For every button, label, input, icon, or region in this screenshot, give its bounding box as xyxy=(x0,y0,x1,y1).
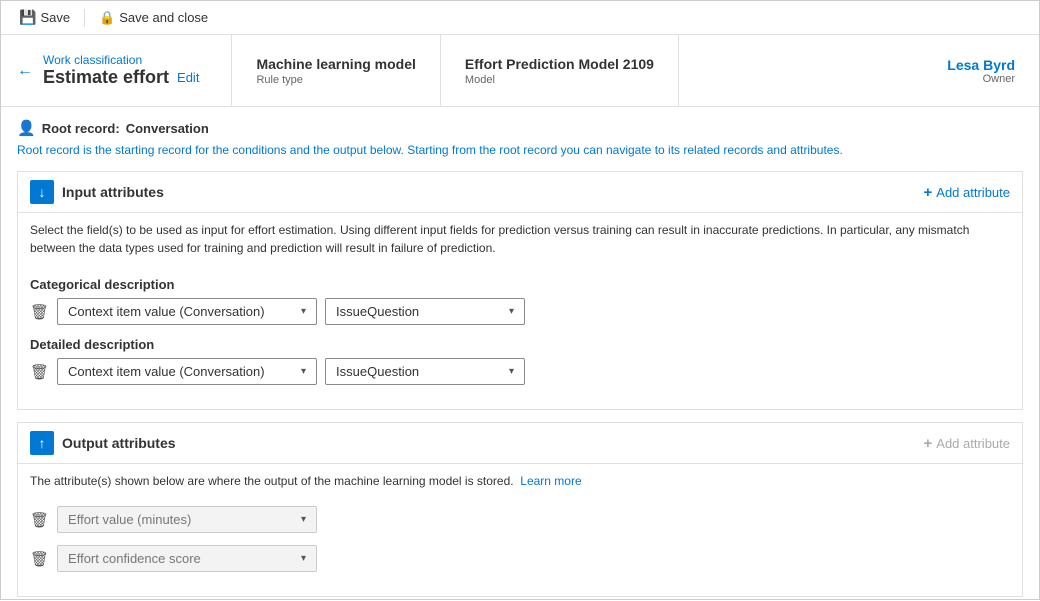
categorical-field1-value: Context item value (Conversation) xyxy=(68,304,265,319)
root-record-header: Root record: Conversation xyxy=(17,119,1023,137)
input-title-block: Input attributes xyxy=(30,180,164,204)
output-field-2: Effort confidence score xyxy=(57,545,317,572)
input-section-icon xyxy=(30,180,54,204)
output-field-1: Effort value (minutes) xyxy=(57,506,317,533)
owner-label: Owner xyxy=(947,73,1015,85)
root-record-value: Conversation xyxy=(126,121,209,136)
detailed-field1-chevron xyxy=(301,366,306,377)
page-title-container: Estimate effort Edit xyxy=(43,67,199,88)
output-title-block: Output attributes xyxy=(30,431,176,455)
input-add-label: Add attribute xyxy=(936,185,1010,200)
input-attributes-section: Input attributes Add attribute Select th… xyxy=(17,171,1023,410)
categorical-row: Context item value (Conversation) IssueQ… xyxy=(30,298,1010,325)
owner-name: Lesa Byrd xyxy=(947,57,1015,73)
model-label: Model xyxy=(465,74,654,86)
output-add-icon xyxy=(924,435,933,452)
toolbar-divider xyxy=(84,9,85,27)
input-add-attribute-button[interactable]: Add attribute xyxy=(924,184,1010,201)
detailed-field2[interactable]: IssueQuestion xyxy=(325,358,525,385)
edit-link[interactable]: Edit xyxy=(177,70,199,85)
save-close-icon xyxy=(99,10,115,26)
categorical-label: Categorical description xyxy=(30,277,1010,292)
categorical-field2-chevron xyxy=(509,306,514,317)
save-close-label: Save and close xyxy=(119,10,208,25)
input-section-title: Input attributes xyxy=(62,184,164,200)
detailed-field1[interactable]: Context item value (Conversation) xyxy=(57,358,317,385)
categorical-field2[interactable]: IssueQuestion xyxy=(325,298,525,325)
back-button[interactable] xyxy=(17,62,33,80)
toolbar: Save Save and close xyxy=(1,1,1039,35)
detailed-field1-value: Context item value (Conversation) xyxy=(68,364,265,379)
detailed-delete-icon[interactable] xyxy=(30,363,49,381)
page-title: Estimate effort xyxy=(43,67,169,88)
categorical-delete-icon[interactable] xyxy=(30,303,49,321)
output-section-description: The attribute(s) shown below are where t… xyxy=(18,464,1022,498)
detailed-field2-chevron xyxy=(509,366,514,377)
output-row-1: Effort value (minutes) xyxy=(30,506,1010,533)
input-section-header: Input attributes Add attribute xyxy=(18,172,1022,213)
output-add-attribute-button: Add attribute xyxy=(924,435,1010,452)
detailed-label: Detailed description xyxy=(30,337,1010,352)
rule-type-item: Machine learning model Rule type xyxy=(232,35,440,106)
save-close-button[interactable]: Save and close xyxy=(93,8,214,28)
output-icon-arrow xyxy=(39,435,46,451)
categorical-field2-value: IssueQuestion xyxy=(336,304,419,319)
owner-block: Lesa Byrd Owner xyxy=(923,35,1039,106)
output-field-1-value: Effort value (minutes) xyxy=(68,512,191,527)
save-button[interactable]: Save xyxy=(13,7,76,28)
categorical-field1[interactable]: Context item value (Conversation) xyxy=(57,298,317,325)
input-section-body: Categorical description Context item val… xyxy=(18,265,1022,409)
title-block: Work classification Estimate effort Edit xyxy=(43,53,199,88)
root-record-description: Root record is the starting record for t… xyxy=(17,141,1023,159)
output-attributes-section: Output attributes Add attribute The attr… xyxy=(17,422,1023,597)
page-header: Work classification Estimate effort Edit… xyxy=(1,35,1039,107)
detailed-row: Context item value (Conversation) IssueQ… xyxy=(30,358,1010,385)
output-field-2-value: Effort confidence score xyxy=(68,551,201,566)
header-meta: Machine learning model Rule type Effort … xyxy=(231,35,679,106)
output-section-icon xyxy=(30,431,54,455)
header-left: Work classification Estimate effort Edit xyxy=(1,35,215,106)
root-record-label: Root record: xyxy=(42,121,120,136)
categorical-field1-chevron xyxy=(301,306,306,317)
input-add-icon xyxy=(924,184,933,201)
save-icon xyxy=(19,9,36,26)
output-row-2: Effort confidence score xyxy=(30,545,1010,572)
output-learn-more-link[interactable]: Learn more xyxy=(520,474,581,488)
output-add-label: Add attribute xyxy=(936,436,1010,451)
breadcrumb[interactable]: Work classification xyxy=(43,53,199,67)
content-area: Root record: Conversation Root record is… xyxy=(1,107,1039,601)
root-record-icon xyxy=(17,119,36,137)
model-item: Effort Prediction Model 2109 Model xyxy=(441,35,679,106)
output-section-header: Output attributes Add attribute xyxy=(18,423,1022,464)
output-2-delete-icon[interactable] xyxy=(30,550,49,568)
input-section-description: Select the field(s) to be used as input … xyxy=(18,213,1022,265)
output-desc-text: The attribute(s) shown below are where t… xyxy=(30,474,514,488)
input-icon-arrow xyxy=(39,184,46,200)
output-section-title: Output attributes xyxy=(62,435,176,451)
output-field-1-chevron xyxy=(301,514,306,525)
rule-type-value: Machine learning model xyxy=(256,56,415,72)
detailed-field2-value: IssueQuestion xyxy=(336,364,419,379)
output-field-2-chevron xyxy=(301,553,306,564)
rule-type-label: Rule type xyxy=(256,74,415,86)
output-1-delete-icon[interactable] xyxy=(30,511,49,529)
output-section-body: Effort value (minutes) Effort confidence… xyxy=(18,498,1022,596)
save-label: Save xyxy=(40,10,70,25)
model-value: Effort Prediction Model 2109 xyxy=(465,56,654,72)
